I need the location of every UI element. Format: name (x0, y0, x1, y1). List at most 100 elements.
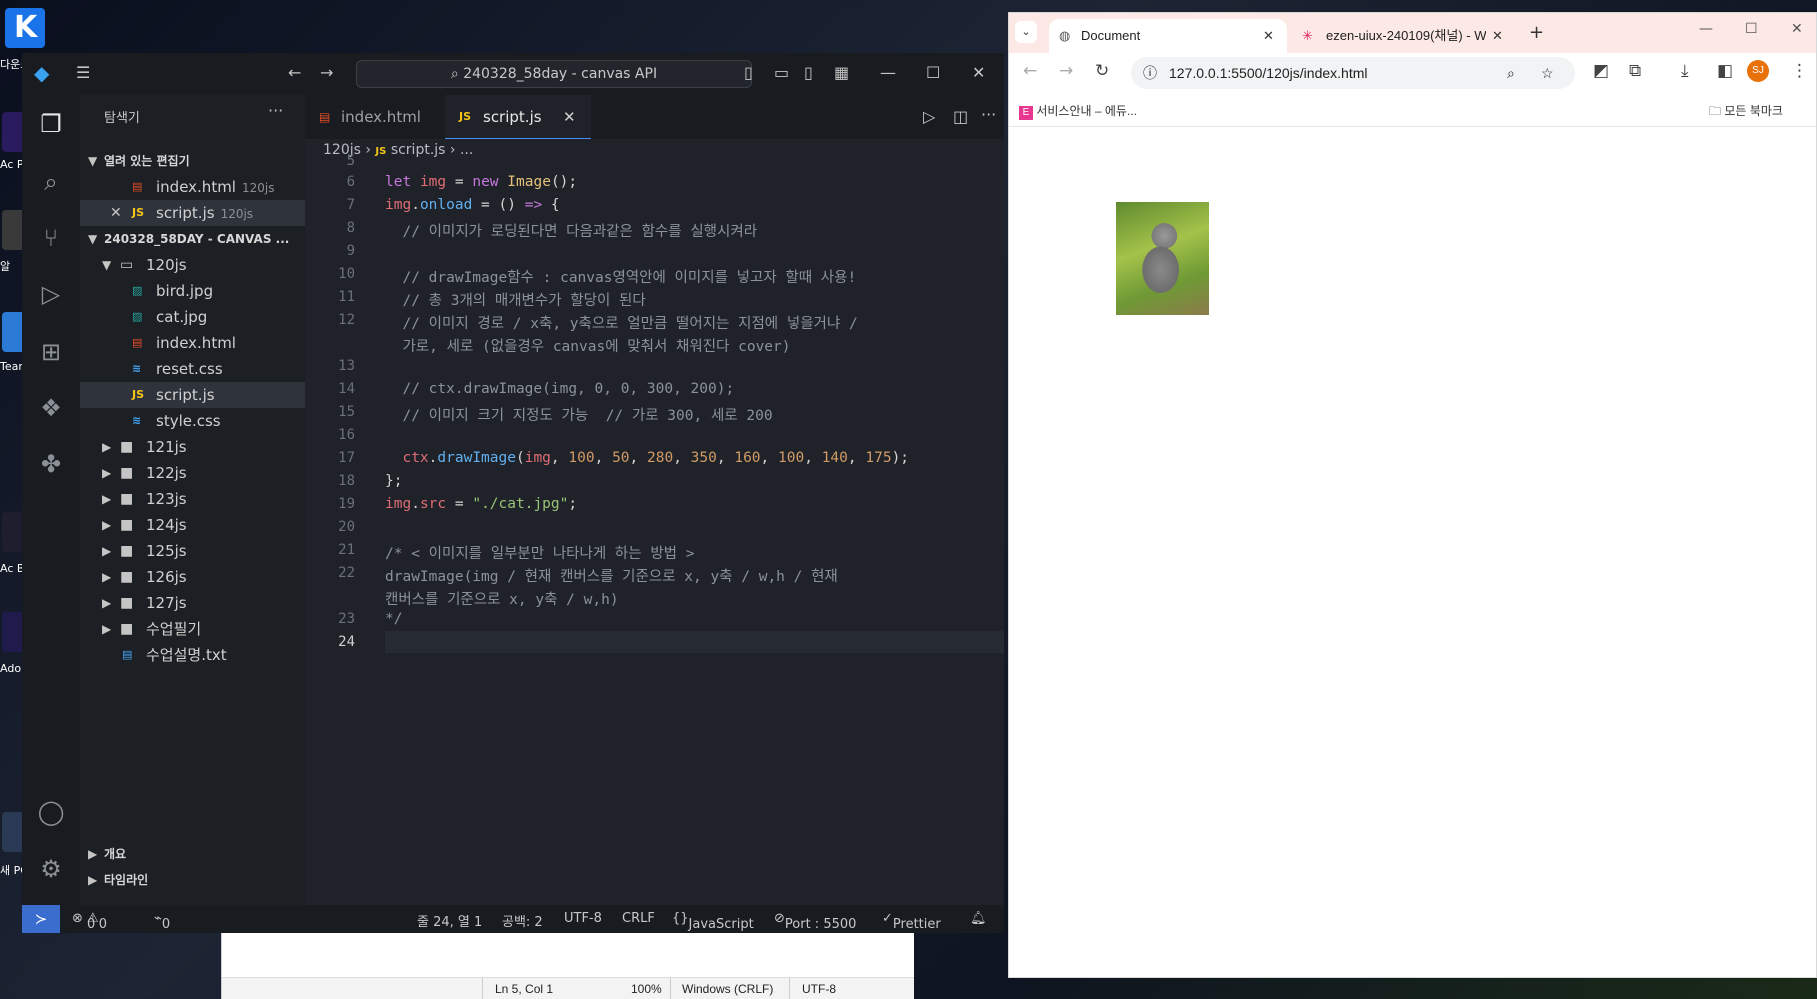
address-bar[interactable]: ⓘ 127.0.0.1:5500/120js/index.html ⌕ ☆ (1131, 57, 1575, 89)
status-bar: ≻ ⊗ 0 ⚠ 0 ⌁ 0 줄 24, 열 1 공백: 2 UTF-8 CRLF… (22, 905, 1004, 933)
folder-item[interactable]: ▶ ■ 126js (80, 564, 305, 590)
maximize-icon[interactable]: ☐ (1745, 21, 1758, 37)
maximize-icon[interactable]: ☐ (926, 63, 940, 82)
account-icon[interactable]: ◯ (34, 795, 68, 829)
toggle-secondary-sidebar-icon[interactable]: ▯ (804, 63, 813, 82)
file-item[interactable]: ▤ 수업설명.txt (80, 642, 305, 668)
gear-icon[interactable]: ⚙ (34, 852, 68, 886)
vscode-logo-icon: ◆ (34, 61, 50, 85)
close-tab-icon[interactable]: ✕ (563, 95, 576, 139)
open-editors-section[interactable]: ▼ 열려 있는 편집기 (80, 148, 305, 174)
split-editor-icon[interactable]: ◫ (953, 107, 968, 126)
folder-item[interactable]: ▶ ■ 125js (80, 538, 305, 564)
folder-item[interactable]: ▶ ■ 124js (80, 512, 305, 538)
back-arrow-icon[interactable]: ← (1023, 61, 1037, 81)
remote-explorer-icon[interactable]: ✤ (34, 447, 68, 481)
encoding[interactable]: UTF-8 (564, 911, 602, 926)
bookmark-star-icon[interactable]: ☆ (1541, 57, 1554, 89)
search-icon[interactable]: ⌕ (34, 165, 68, 199)
remote-icon[interactable]: ≻ (22, 905, 60, 933)
close-icon[interactable]: ✕ (972, 63, 985, 82)
problems-indicator[interactable]: ⊗ 0 ⚠ 0 (72, 911, 107, 932)
more-actions-icon[interactable]: ··· (981, 105, 996, 124)
open-editor-item[interactable]: ▤ index.html 120js (80, 174, 305, 200)
toggle-panel-icon[interactable]: ▭ (774, 63, 789, 82)
editor-area: ▤ index.html JS script.js ✕ ▷ ◫ ··· 120j… (305, 95, 1004, 905)
code-editor[interactable]: 5 6 7 8 9 10 11 12 13 14 15 16 17 18 19 … (305, 153, 1004, 905)
folder-icon: ■ (120, 543, 134, 559)
folder-item[interactable]: ▶ ■ 127js (80, 590, 305, 616)
indentation[interactable]: 공백: 2 (502, 911, 543, 930)
bell-icon[interactable]: 🔔︎ (970, 911, 987, 926)
cat-canvas-image (1116, 202, 1209, 315)
image-file-icon: ▨ (132, 284, 143, 297)
code-line: // ctx.drawImage(img, 0, 0, 300, 200); (385, 381, 735, 397)
folder-item[interactable]: ▶ ■ 121js (80, 434, 305, 460)
file-item[interactable]: ▨ bird.jpg (80, 278, 305, 304)
folder-item[interactable]: ▶ ■ 122js (80, 460, 305, 486)
eol[interactable]: CRLF (622, 911, 655, 926)
close-tab-icon[interactable]: ✕ (1492, 19, 1503, 53)
profile-avatar[interactable]: SJ (1747, 60, 1769, 82)
minimize-icon[interactable]: — (1699, 21, 1713, 37)
close-editor-icon[interactable]: ✕ (110, 200, 122, 226)
figma-icon[interactable]: ❖ (34, 391, 68, 425)
cursor-position[interactable]: 줄 24, 열 1 (417, 911, 482, 930)
ports-indicator[interactable]: ⌁ 0 (154, 911, 170, 932)
browser-tab-slack[interactable]: ✳ ezen-uiux-240109(채널) - WEB ✕ (1294, 19, 1512, 53)
new-tab-icon[interactable]: + (1529, 22, 1544, 43)
chevron-right-icon: ▶ (102, 466, 112, 480)
run-icon[interactable]: ▷ (923, 107, 935, 126)
download-icon[interactable]: ⤓ (1681, 61, 1689, 81)
back-arrow-icon[interactable]: ← (288, 63, 301, 82)
zoom-icon[interactable]: ⌕ (1507, 57, 1515, 89)
desktop-app-icon[interactable]: K (5, 8, 45, 48)
extensions-icon[interactable]: ⊞ (34, 335, 68, 369)
workspace-section[interactable]: ▼ 240328_58DAY - CANVAS ... (80, 226, 305, 252)
tab-search-icon[interactable]: ⌄ (1015, 21, 1037, 43)
tab-script-js[interactable]: JS script.js ✕ (445, 95, 591, 139)
close-tab-icon[interactable]: ✕ (1263, 19, 1274, 53)
more-menu-icon[interactable]: ⋮ (1791, 61, 1808, 81)
site-info-icon[interactable]: ⓘ (1143, 57, 1157, 89)
side-panel-icon[interactable]: ◧ (1717, 61, 1733, 81)
file-item[interactable]: ▨ cat.jpg (80, 304, 305, 330)
forward-arrow-icon[interactable]: → (320, 63, 333, 82)
timeline-section[interactable]: ▶ 타임라인 (80, 867, 305, 893)
customize-layout-icon[interactable]: ▦ (834, 63, 849, 82)
activity-bar: ❐ ⌕ ⑂ ▷ ⊞ ❖ ✤ ◯ ⚙ (22, 95, 80, 905)
reload-icon[interactable]: ↻ (1095, 61, 1109, 81)
file-item[interactable]: ≋ style.css (80, 408, 305, 434)
close-window-icon[interactable]: ✕ (1791, 21, 1803, 37)
explorer-icon[interactable]: ❐ (34, 107, 68, 141)
source-control-icon[interactable]: ⑂ (34, 221, 68, 255)
toggle-primary-sidebar-icon[interactable]: ▯ (744, 63, 753, 82)
more-actions-icon[interactable]: ··· (268, 101, 283, 120)
run-debug-icon[interactable]: ▷ (34, 277, 68, 311)
folder-120js[interactable]: ▼ ▭ 120js (80, 252, 305, 278)
folder-item[interactable]: ▶ ■ 수업필기 (80, 616, 305, 642)
folder-item[interactable]: ▶ ■ 123js (80, 486, 305, 512)
line-number: 12 (338, 312, 355, 328)
code-line: img.onload = () => { (385, 197, 560, 213)
forward-arrow-icon[interactable]: → (1059, 61, 1073, 81)
outline-section[interactable]: ▶ 개요 (80, 841, 305, 867)
bookmark-item[interactable]: E 서비스안내 – 에듀... (1019, 102, 1137, 120)
extensions-puzzle-icon[interactable]: ⧉ (1629, 61, 1641, 81)
language-mode[interactable]: {} JavaScript (672, 911, 754, 932)
tab-index-html[interactable]: ▤ index.html (305, 95, 443, 139)
command-center-search[interactable]: ⌕ 240328_58day - canvas API (356, 60, 752, 88)
open-editor-item[interactable]: ✕ JS script.js 120js (80, 200, 305, 226)
file-item[interactable]: JS script.js (80, 382, 305, 408)
browser-tab-document[interactable]: ◍ Document ✕ (1049, 19, 1287, 53)
all-bookmarks[interactable]: 🗀︎ 모든 북마크 (1709, 102, 1783, 123)
prettier-status[interactable]: ✓ Prettier (882, 911, 941, 932)
minimize-icon[interactable]: — (880, 63, 896, 82)
code-line: */ (385, 611, 403, 627)
live-server-port[interactable]: ⊘ Port : 5500 (774, 911, 856, 932)
extension-icon[interactable]: ◩ (1593, 61, 1609, 81)
menu-icon[interactable]: ☰ (76, 63, 90, 82)
folder-open-icon: ▭ (120, 257, 134, 273)
file-item[interactable]: ▤ index.html (80, 330, 305, 356)
file-item[interactable]: ≋ reset.css (80, 356, 305, 382)
